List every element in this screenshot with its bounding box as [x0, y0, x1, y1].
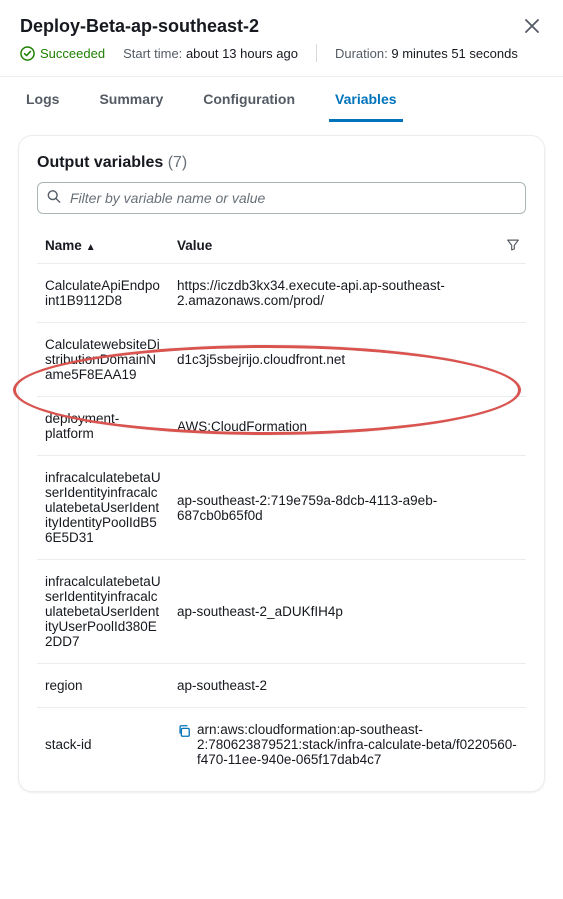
card-title: Output variables (7)	[37, 154, 526, 172]
table-row: infracalculatebetaUserIdentityinfracalcu…	[37, 560, 526, 664]
duration-value: 9 minutes 51 seconds	[391, 46, 517, 61]
table-row: infracalculatebetaUserIdentityinfracalcu…	[37, 456, 526, 560]
var-value: ap-southeast-2:719e759a-8dcb-4113-a9eb-6…	[169, 456, 526, 560]
col-header-value[interactable]: Value	[169, 228, 526, 264]
var-value: https://iczdb3kx34.execute-api.ap-southe…	[169, 264, 526, 323]
var-value: ap-southeast-2_aDUKfIH4p	[169, 560, 526, 664]
var-value: arn:aws:cloudformation:ap-southeast-2:78…	[169, 708, 526, 782]
var-name: infracalculatebetaUserIdentityinfracalcu…	[37, 456, 169, 560]
filter-input[interactable]	[37, 182, 526, 214]
card-count: (7)	[168, 154, 188, 171]
panel-header: Deploy-Beta-ap-southeast-2	[20, 16, 543, 38]
copy-button[interactable]	[177, 724, 191, 741]
search-icon	[47, 190, 61, 207]
output-variables-card: Output variables (7) Name ▲ Value	[18, 135, 545, 792]
col-header-value-text: Value	[177, 238, 212, 253]
var-value: AWS:CloudFormation	[169, 397, 526, 456]
var-name: infracalculatebetaUserIdentityinfracalcu…	[37, 560, 169, 664]
table-settings-button[interactable]	[506, 237, 520, 254]
table-row: CalculateApiEndpoint1B9112D8 https://icz…	[37, 264, 526, 323]
meta-row: Succeeded Start time: about 13 hours ago…	[20, 44, 543, 62]
status-text: Succeeded	[40, 46, 105, 61]
var-name: stack-id	[37, 708, 169, 782]
tab-summary[interactable]: Summary	[93, 77, 169, 122]
tabs: Logs Summary Configuration Variables	[0, 77, 563, 123]
var-name: deployment-platform	[37, 397, 169, 456]
duration-label: Duration:	[335, 46, 388, 61]
copy-icon	[177, 724, 191, 738]
start-time-value: about 13 hours ago	[186, 46, 298, 61]
var-name: CalculateApiEndpoint1B9112D8	[37, 264, 169, 323]
table-header-row: Name ▲ Value	[37, 228, 526, 264]
filter-wrap	[37, 182, 526, 214]
table-row: deployment-platform AWS:CloudFormation	[37, 397, 526, 456]
var-value-text: arn:aws:cloudformation:ap-southeast-2:78…	[197, 722, 518, 767]
details-panel: Deploy-Beta-ap-southeast-2 Succeeded Sta…	[0, 0, 563, 62]
sort-asc-icon: ▲	[86, 242, 96, 253]
table-row: CalculatewebsiteDistributionDomainName5F…	[37, 323, 526, 397]
var-value: d1c3j5sbejrijo.cloudfront.net	[169, 323, 526, 397]
close-icon	[525, 19, 539, 33]
var-name: CalculatewebsiteDistributionDomainName5F…	[37, 323, 169, 397]
table-row: stack-id arn:aws:cloudformation:ap-south…	[37, 708, 526, 782]
close-button[interactable]	[521, 16, 543, 38]
col-header-name[interactable]: Name ▲	[37, 228, 169, 264]
var-name: region	[37, 664, 169, 708]
start-time: Start time: about 13 hours ago	[123, 46, 298, 61]
var-value: ap-southeast-2	[169, 664, 526, 708]
duration: Duration: 9 minutes 51 seconds	[335, 46, 518, 61]
variables-table: Name ▲ Value CalculateApiEndpoint1B9112D8…	[37, 228, 526, 781]
tab-variables[interactable]: Variables	[329, 77, 403, 122]
divider	[316, 44, 317, 62]
table-row: region ap-southeast-2	[37, 664, 526, 708]
card-title-text: Output variables	[37, 154, 163, 171]
tab-logs[interactable]: Logs	[20, 77, 65, 122]
page-title: Deploy-Beta-ap-southeast-2	[20, 16, 259, 37]
success-check-icon	[20, 46, 35, 61]
start-time-label: Start time:	[123, 46, 182, 61]
status-badge: Succeeded	[20, 46, 105, 61]
col-header-name-text: Name	[45, 238, 82, 253]
funnel-icon	[506, 237, 520, 251]
tab-configuration[interactable]: Configuration	[197, 77, 301, 122]
